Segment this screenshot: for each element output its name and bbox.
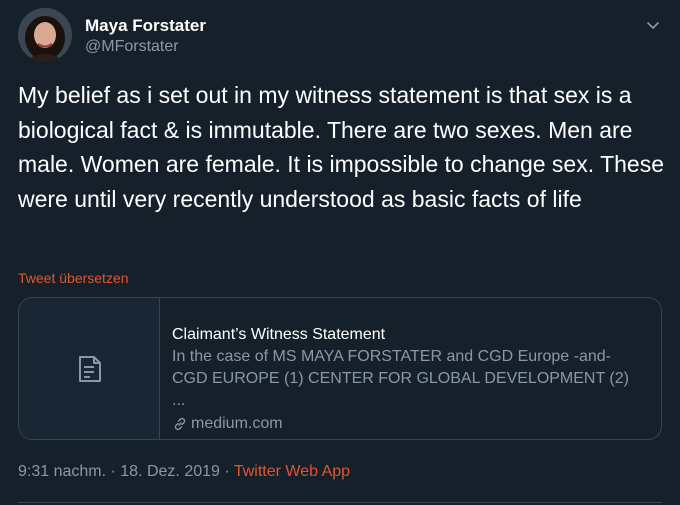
meta-separator: · bbox=[106, 463, 121, 480]
tweet-time[interactable]: 9:31 nachm. bbox=[18, 463, 106, 480]
card-title: Claimant’s Witness Statement bbox=[172, 326, 386, 343]
card-thumbnail bbox=[19, 298, 160, 439]
author-handle[interactable]: @MForstater bbox=[85, 38, 179, 56]
avatar[interactable] bbox=[18, 8, 72, 62]
card-info: Claimant’s Witness Statement In the case… bbox=[172, 324, 642, 436]
divider bbox=[18, 502, 662, 503]
author-name[interactable]: Maya Forstater bbox=[85, 16, 206, 36]
tweet-source[interactable]: Twitter Web App bbox=[234, 463, 350, 480]
card-domain: medium.com bbox=[172, 412, 642, 436]
translate-tweet-link[interactable]: Tweet übersetzen bbox=[18, 270, 129, 286]
document-icon bbox=[79, 356, 101, 382]
link-icon bbox=[174, 417, 186, 431]
card-domain-text: medium.com bbox=[191, 415, 283, 432]
card-description: In the case of MS MAYA FORSTATER and CGD… bbox=[172, 348, 629, 409]
tweet: Maya Forstater @MForstater My belief as … bbox=[0, 0, 680, 505]
tweet-header: Maya Forstater @MForstater bbox=[18, 8, 668, 64]
chevron-down-icon[interactable] bbox=[644, 16, 662, 34]
tweet-date[interactable]: 18. Dez. 2019 bbox=[120, 463, 220, 480]
meta-separator: · bbox=[219, 463, 234, 480]
tweet-text: My belief as i set out in my witness sta… bbox=[18, 82, 665, 212]
avatar-image bbox=[18, 8, 72, 62]
tweet-meta: 9:31 nachm. · 18. Dez. 2019 · Twitter We… bbox=[18, 463, 350, 481]
link-card[interactable]: Claimant’s Witness Statement In the case… bbox=[18, 297, 662, 440]
